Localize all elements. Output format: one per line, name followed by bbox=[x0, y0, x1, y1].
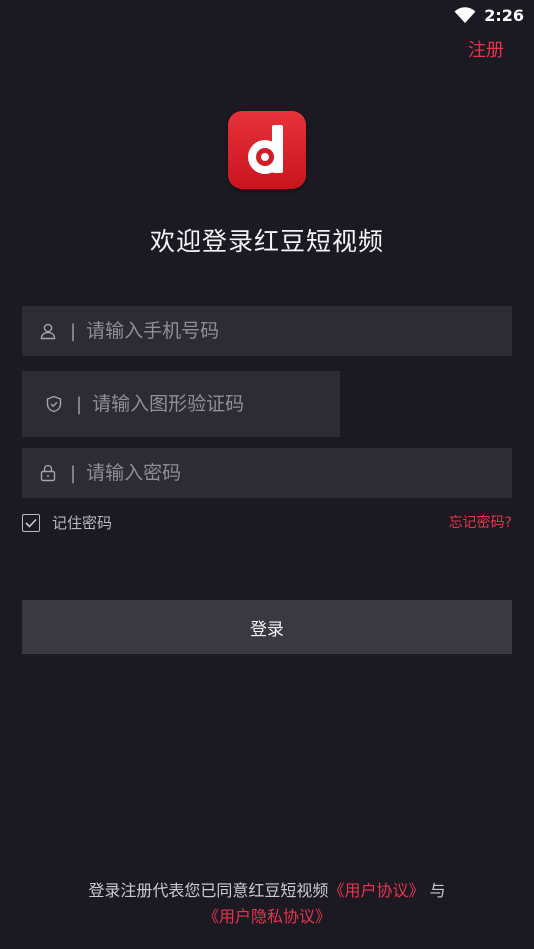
agreement-text: 登录注册代表您已同意红豆短视频《用户协议》 与 《用户隐私协议》 bbox=[0, 878, 534, 930]
welcome-title: 欢迎登录红豆短视频 bbox=[149, 227, 384, 256]
forgot-password-link[interactable]: 忘记密码? bbox=[449, 512, 512, 532]
field-separator: | bbox=[70, 462, 77, 484]
agreement-joiner: 与 bbox=[429, 881, 446, 900]
login-screen: 2:26 注册 欢迎登录红豆短视频 | | bbox=[0, 0, 534, 949]
phone-input[interactable] bbox=[86, 320, 467, 342]
shield-icon bbox=[44, 394, 64, 414]
field-separator: | bbox=[76, 393, 83, 415]
register-link[interactable]: 注册 bbox=[468, 36, 504, 62]
check-icon bbox=[25, 518, 37, 528]
remember-checkbox[interactable] bbox=[22, 513, 40, 532]
wifi-icon bbox=[454, 6, 476, 24]
remember-password-toggle[interactable]: 记住密码 bbox=[22, 512, 112, 533]
status-bar: 2:26 bbox=[454, 0, 524, 30]
password-field[interactable]: | bbox=[22, 448, 512, 498]
logo-d-icon bbox=[248, 125, 283, 174]
captcha-field[interactable]: | bbox=[22, 371, 340, 437]
field-separator: | bbox=[70, 320, 77, 342]
app-logo bbox=[228, 111, 306, 189]
password-input[interactable] bbox=[86, 462, 467, 484]
user-icon bbox=[38, 321, 58, 341]
captcha-input[interactable] bbox=[92, 393, 313, 415]
login-button[interactable]: 登录 bbox=[22, 600, 512, 654]
lock-icon bbox=[38, 463, 58, 483]
remember-label: 记住密码 bbox=[52, 514, 113, 532]
phone-field[interactable]: | bbox=[22, 306, 512, 356]
privacy-agreement-link[interactable]: 《用户隐私协议》 bbox=[203, 907, 331, 926]
status-time: 2:26 bbox=[484, 5, 524, 25]
agreement-prefix: 登录注册代表您已同意红豆短视频 bbox=[88, 881, 329, 900]
user-agreement-link[interactable]: 《用户协议》 bbox=[328, 881, 424, 900]
